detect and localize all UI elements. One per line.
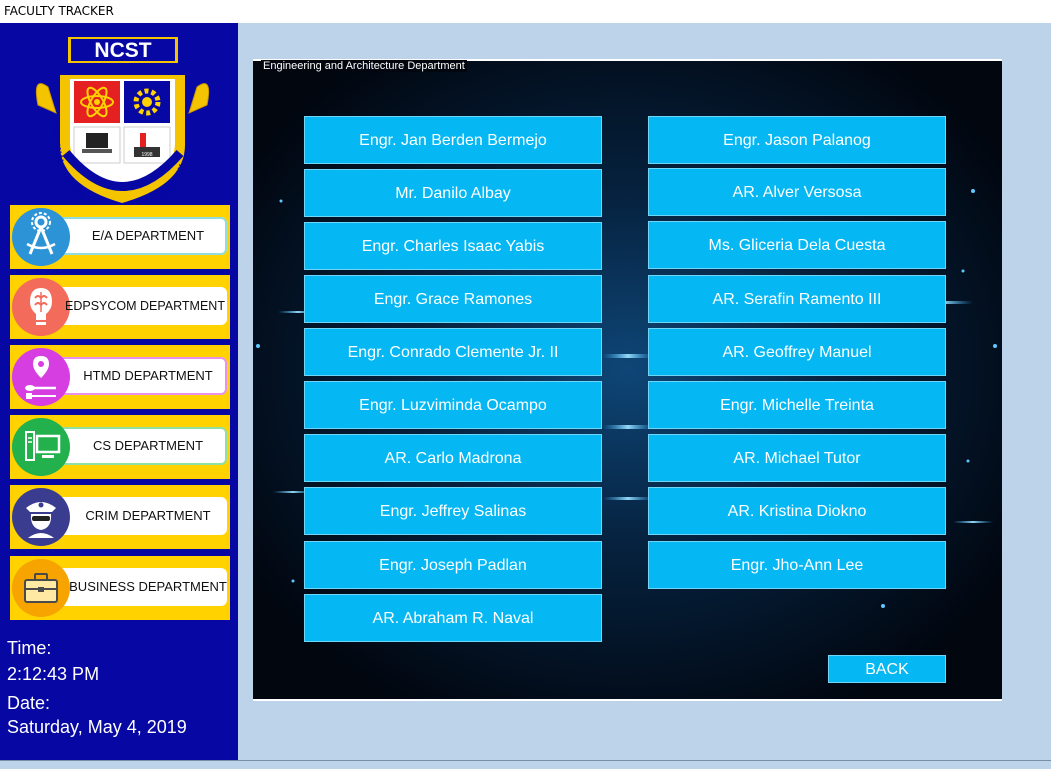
date-value: Saturday, May 4, 2019 [7,717,187,737]
time-value: 2:12:43 PM [7,664,100,684]
ncst-logo: NCST 1998 NATIONAL COLLEGE OF SCIENCE & … [35,37,210,213]
back-button[interactable]: BACK [828,655,946,683]
faculty-button-right-6[interactable]: Engr. Michelle Treinta [648,381,946,429]
business-department-label: BUSINESS DEPARTMENT [69,579,227,594]
window-title: FACULTY TRACKER [4,4,114,18]
faculty-button-left-7[interactable]: AR. Carlo Madrona [304,434,602,482]
panel-legend: Engineering and Architecture Department [261,60,467,72]
ea-department-label: E/A DEPARTMENT [91,228,205,243]
ea-department-button[interactable]: E/A DEPARTMENT [10,205,230,269]
cs-department-label: CS DEPARTMENT [92,438,204,453]
faculty-button-right-1[interactable]: Engr. Jason Palanog [648,116,946,164]
cs-department-button[interactable]: CS DEPARTMENT [10,415,230,479]
faculty-button-right-3[interactable]: Ms. Gliceria Dela Cuesta [648,221,946,269]
computer-icon [12,418,70,476]
faculty-button-left-1[interactable]: Engr. Jan Berden Bermejo [304,116,602,164]
title-bar: FACULTY TRACKER [0,0,1051,23]
crim-department-button[interactable]: CRIM DEPARTMENT [10,485,230,549]
faculty-button-right-8[interactable]: AR. Kristina Diokno [648,487,946,535]
faculty-button-left-5[interactable]: Engr. Conrado Clemente Jr. II [304,328,602,376]
business-department-button[interactable]: BUSINESS DEPARTMENT [10,556,230,620]
faculty-button-left-10[interactable]: AR. Abraham R. Naval [304,594,602,642]
spoon-fork-icon [12,348,70,406]
time-label: Time: [7,638,52,658]
faculty-button-left-6[interactable]: Engr. Luzviminda Ocampo [304,381,602,429]
faculty-button-left-9[interactable]: Engr. Joseph Padlan [304,541,602,589]
police-officer-icon [12,488,70,546]
faculty-button-right-9[interactable]: Engr. Jho-Ann Lee [648,541,946,589]
compass-icon [12,208,70,266]
faculty-button-left-3[interactable]: Engr. Charles Isaac Yabis [304,222,602,270]
date-label: Date: [7,693,51,713]
faculty-button-right-2[interactable]: AR. Alver Versosa [648,168,946,216]
faculty-button-right-7[interactable]: AR. Michael Tutor [648,434,946,482]
faculty-button-left-4[interactable]: Engr. Grace Ramones [304,275,602,323]
crim-department-label: CRIM DEPARTMENT [85,508,211,523]
brain-bulb-icon [12,278,70,336]
htmd-department-label: HTMD DEPARTMENT [83,368,213,383]
faculty-button-right-5[interactable]: AR. Geoffrey Manuel [648,328,946,376]
htmd-department-button[interactable]: HTMD DEPARTMENT [10,345,230,409]
briefcase-icon [12,559,70,617]
faculty-button-left-2[interactable]: Mr. Danilo Albay [304,169,602,217]
edpsycom-department-button[interactable]: EDPSYCOM DEPARTMENT [10,275,230,339]
faculty-button-right-4[interactable]: AR. Serafin Ramento III [648,275,946,323]
svg-text:NCST: NCST [94,39,151,62]
faculty-button-left-8[interactable]: Engr. Jeffrey Salinas [304,487,602,535]
svg-text:1998: 1998 [141,152,152,158]
sidebar: NCST 1998 NATIONAL COLLEGE OF SCIENCE & … [0,23,238,760]
edpsycom-department-label: EDPSYCOM DEPARTMENT [65,299,225,313]
